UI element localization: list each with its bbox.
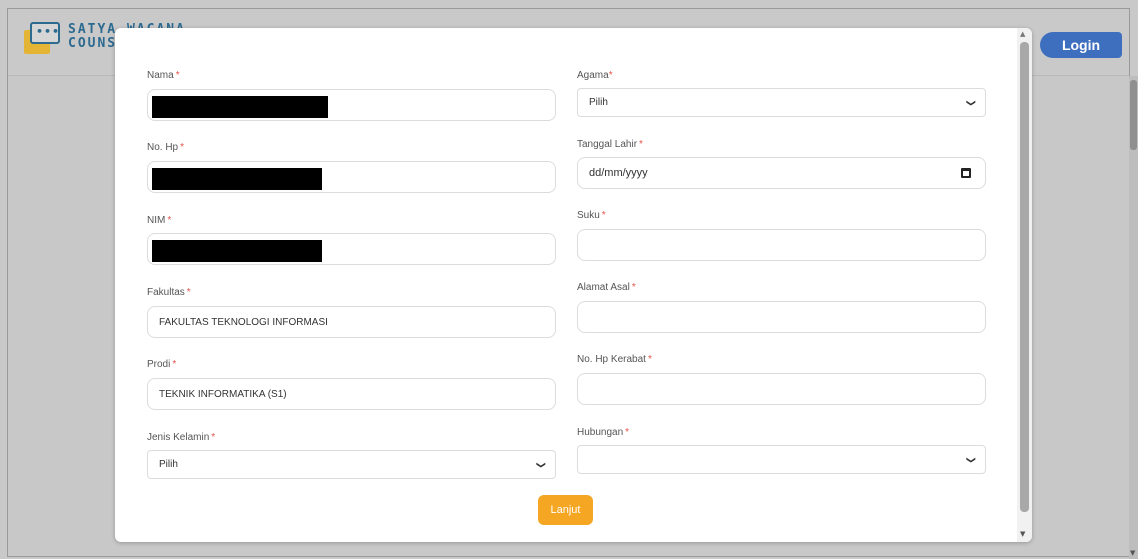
hp-kerabat-input[interactable] bbox=[577, 373, 986, 405]
scroll-down-arrow-icon[interactable]: ▼ bbox=[1130, 549, 1135, 557]
page-scrollbar-thumb[interactable] bbox=[1130, 80, 1137, 150]
jenis-kelamin-select[interactable]: Pilih ❯ bbox=[147, 450, 556, 479]
jenis-kelamin-value: Pilih bbox=[159, 459, 178, 470]
hp-kerabat-label: No. Hp Kerabat * bbox=[577, 354, 652, 365]
jenis-kelamin-label: Jenis Kelamin * bbox=[147, 432, 216, 443]
hubungan-select[interactable]: ❯ bbox=[577, 445, 986, 474]
fakultas-value: FAKULTAS TEKNOLOGI INFORMASI bbox=[159, 316, 328, 328]
nama-label: Nama * bbox=[147, 70, 180, 81]
redacted-value bbox=[152, 240, 322, 262]
fakultas-label: Fakultas * bbox=[147, 287, 191, 298]
chevron-down-icon: ❯ bbox=[536, 460, 547, 469]
prodi-label: Prodi * bbox=[147, 359, 177, 370]
redacted-value bbox=[152, 96, 328, 118]
page-scrollbar[interactable]: ▼ bbox=[1129, 76, 1138, 559]
agama-select[interactable]: Pilih ❯ bbox=[577, 88, 986, 117]
chevron-down-icon: ❯ bbox=[966, 455, 977, 464]
scroll-up-arrow-icon[interactable]: ▲ bbox=[1020, 30, 1025, 38]
hubungan-label: Hubungan * bbox=[577, 427, 630, 438]
alamat-asal-input[interactable] bbox=[577, 301, 986, 333]
calendar-icon[interactable] bbox=[961, 168, 971, 178]
chevron-down-icon: ❯ bbox=[966, 98, 977, 107]
nama-input[interactable] bbox=[147, 89, 556, 121]
chat-bubble-logo-icon: ••• bbox=[24, 20, 62, 54]
tanggal-lahir-input[interactable]: dd/mm/yyyy bbox=[577, 157, 986, 189]
prodi-value: TEKNIK INFORMATIKA (S1) bbox=[159, 388, 287, 400]
nohp-label: No. Hp * bbox=[147, 142, 185, 153]
fakultas-input[interactable]: FAKULTAS TEKNOLOGI INFORMASI bbox=[147, 306, 556, 338]
registration-modal: Nama * No. Hp * NIM * Fakultas * FAKULTAS TE… bbox=[115, 28, 1032, 542]
nim-input[interactable] bbox=[147, 233, 556, 265]
modal-scrollbar[interactable]: ▲ ▼ bbox=[1017, 28, 1032, 542]
login-button[interactable]: Login bbox=[1040, 32, 1122, 58]
agama-label: Agama* bbox=[577, 70, 613, 81]
prodi-input[interactable]: TEKNIK INFORMATIKA (S1) bbox=[147, 378, 556, 410]
suku-label: Suku * bbox=[577, 210, 606, 221]
redacted-value bbox=[152, 168, 322, 190]
lanjut-button[interactable]: Lanjut bbox=[538, 495, 593, 525]
tanggal-lahir-placeholder: dd/mm/yyyy bbox=[589, 167, 648, 179]
scroll-down-arrow-icon[interactable]: ▼ bbox=[1020, 530, 1025, 538]
nim-label: NIM * bbox=[147, 215, 172, 226]
tanggal-lahir-label: Tanggal Lahir * bbox=[577, 139, 643, 150]
modal-scrollbar-thumb[interactable] bbox=[1020, 42, 1029, 512]
nohp-input[interactable] bbox=[147, 161, 556, 193]
suku-input[interactable] bbox=[577, 229, 986, 261]
alamat-asal-label: Alamat Asal * bbox=[577, 282, 636, 293]
agama-value: Pilih bbox=[589, 97, 608, 108]
